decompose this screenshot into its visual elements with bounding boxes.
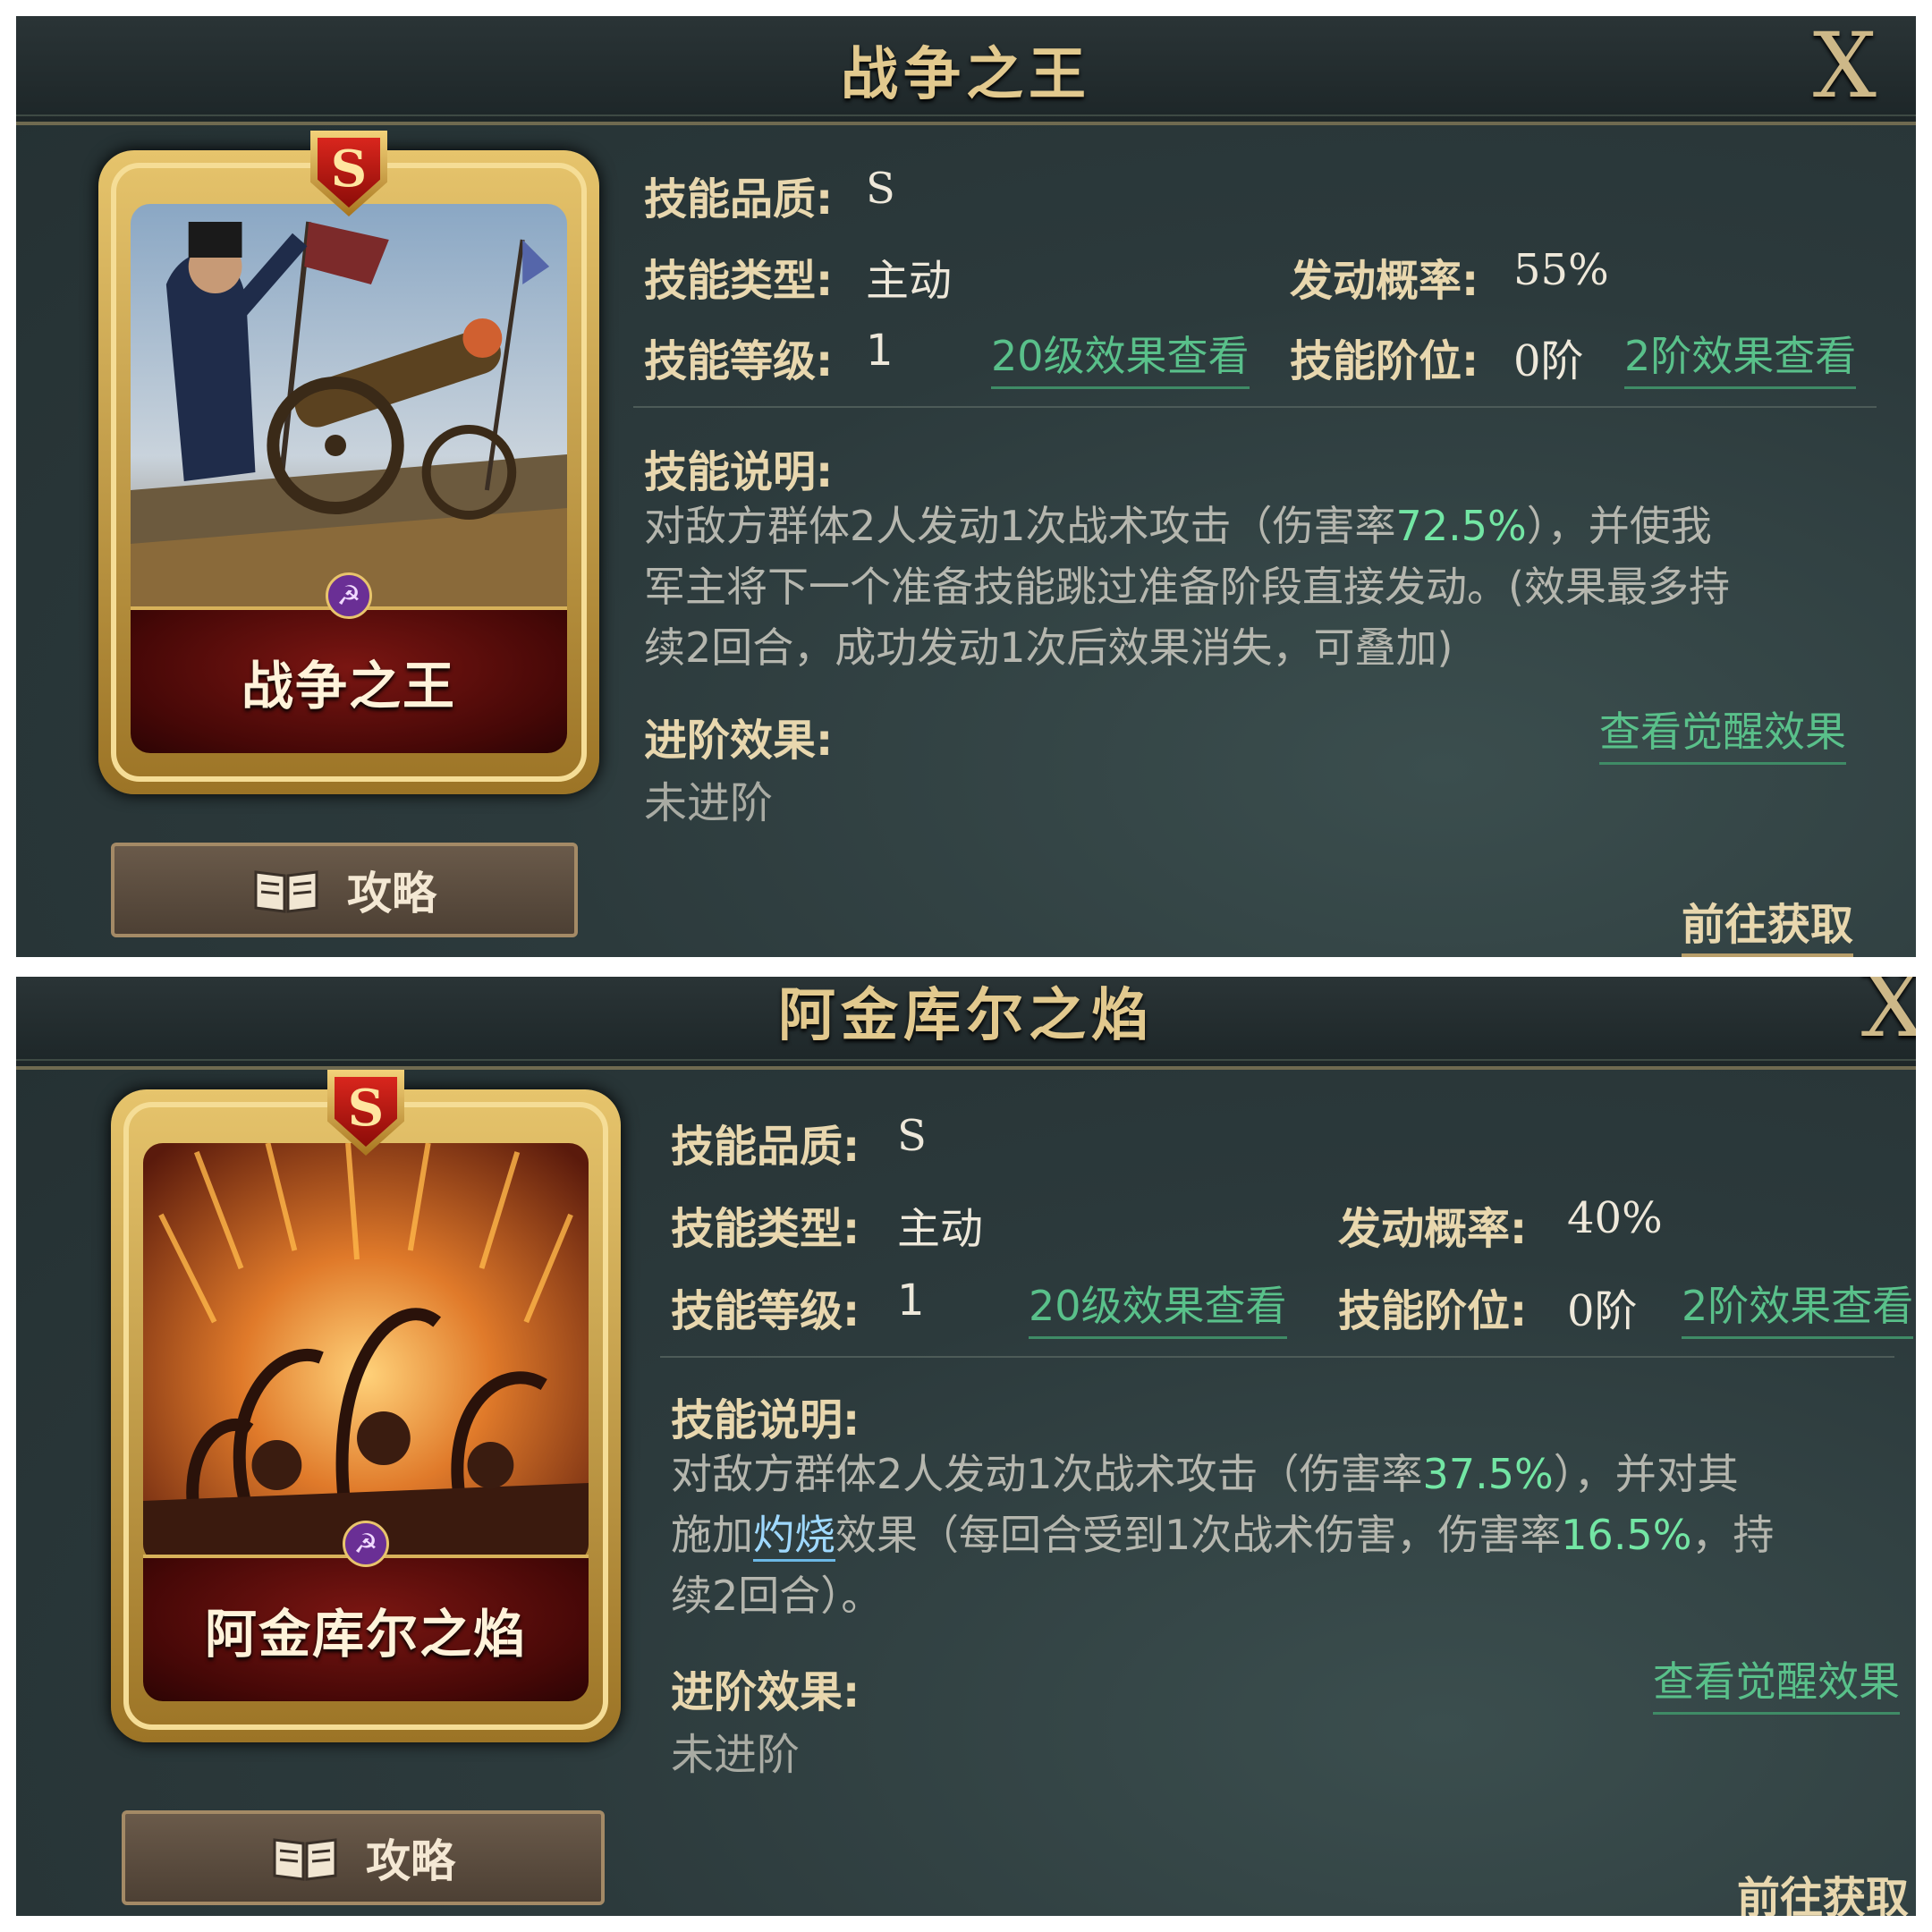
rank-letter: S [347, 1079, 385, 1138]
guide-button[interactable]: 攻略 [122, 1810, 605, 1905]
type-value: 主动 [866, 256, 953, 306]
tier-effect-link[interactable]: 2阶效果查看 [1682, 1274, 1914, 1339]
skill-art-archers [143, 1143, 589, 1563]
divider [660, 1356, 1894, 1358]
card-name: 战争之王 [241, 656, 456, 716]
panel-title: 阿金库尔之焰 [778, 983, 1154, 1049]
advance-label: 进阶效果: [671, 1667, 860, 1717]
quality-label: 技能品质: [671, 1122, 860, 1172]
guide-button[interactable]: 攻略 [111, 843, 578, 937]
card-name-plate: 战争之王 [131, 606, 567, 753]
type-label: 技能类型: [644, 256, 834, 306]
title-bar: 战争之王 X [16, 16, 1916, 125]
tier-value: 0阶 [1567, 1286, 1638, 1336]
faction-emblem-icon: ☭ [343, 1521, 389, 1567]
burn-keyword[interactable]: 灼烧 [753, 1511, 835, 1562]
advance-value: 未进阶 [644, 778, 774, 828]
goto-acquire-link[interactable]: 前往获取 [1737, 1862, 1909, 1916]
skill-detail-panel-2: 阿金库尔之焰 X 阿金库尔之焰 ☭ S 攻略 技能品质: S 技能类型: 主动 … [16, 977, 1916, 1916]
level-effect-link[interactable]: 20级效果查看 [991, 324, 1250, 389]
guide-label: 攻略 [347, 868, 436, 919]
tier-label: 技能阶位: [1338, 1286, 1528, 1336]
tier-effect-link[interactable]: 2阶效果查看 [1624, 324, 1857, 389]
rate-label: 发动概率: [1338, 1204, 1528, 1254]
level-effect-link[interactable]: 20级效果查看 [1029, 1274, 1287, 1339]
title-bar: 阿金库尔之焰 X [16, 977, 1916, 1070]
damage-rate: 72.5% [1395, 502, 1527, 550]
close-x-icon[interactable]: X [1813, 21, 1877, 111]
guide-label: 攻略 [366, 1835, 455, 1887]
description-label: 技能说明: [671, 1395, 860, 1445]
rate-value: 55% [1513, 245, 1609, 295]
type-label: 技能类型: [671, 1204, 860, 1254]
awaken-effect-link[interactable]: 查看觉醒效果 [1653, 1649, 1900, 1715]
burn-damage-rate: 16.5% [1561, 1511, 1692, 1559]
damage-rate: 37.5% [1422, 1450, 1554, 1498]
goto-acquire-link[interactable]: 前往获取 [1682, 889, 1854, 957]
panel-title: 战争之王 [841, 42, 1091, 108]
book-icon [254, 870, 318, 913]
card-name: 阿金库尔之焰 [204, 1604, 527, 1665]
rate-label: 发动概率: [1290, 256, 1479, 306]
description-label: 技能说明: [644, 447, 834, 497]
advance-value: 未进阶 [671, 1730, 801, 1780]
skill-card: 阿金库尔之焰 ☭ S [111, 1070, 621, 1742]
level-value: 1 [897, 1275, 925, 1326]
close-x-icon[interactable]: X [1861, 977, 1916, 1050]
faction-emblem-icon: ☭ [326, 572, 372, 619]
skill-card: 战争之王 ☭ S [98, 131, 599, 794]
skill-description: 对敌方群体2人发动1次战术攻击（伤害率72.5%），并使我 军主将下一个准备技能… [644, 502, 1730, 672]
tier-value: 0阶 [1513, 336, 1584, 386]
skill-art-cannons [131, 204, 567, 624]
book-icon [273, 1838, 337, 1881]
advance-label: 进阶效果: [644, 716, 834, 766]
rate-value: 40% [1567, 1193, 1663, 1243]
type-value: 主动 [897, 1204, 984, 1254]
rank-letter: S [330, 140, 368, 199]
card-name-plate: 阿金库尔之焰 [143, 1555, 589, 1701]
awaken-effect-link[interactable]: 查看觉醒效果 [1599, 699, 1846, 765]
divider [633, 406, 1877, 408]
skill-detail-panel-1: 战争之王 X 战争之王 ☭ S 攻略 技能品质: S 技能类型: 主动 发动概率… [16, 16, 1916, 957]
quality-value: S [897, 1111, 927, 1161]
level-label: 技能等级: [671, 1286, 860, 1336]
quality-label: 技能品质: [644, 174, 834, 225]
level-label: 技能等级: [644, 336, 834, 386]
skill-description: 对敌方群体2人发动1次战术攻击（伤害率37.5%），并对其 施加灼烧效果（每回合… [671, 1450, 1775, 1620]
quality-value: S [866, 164, 895, 214]
tier-label: 技能阶位: [1290, 336, 1479, 386]
level-value: 1 [866, 326, 894, 376]
